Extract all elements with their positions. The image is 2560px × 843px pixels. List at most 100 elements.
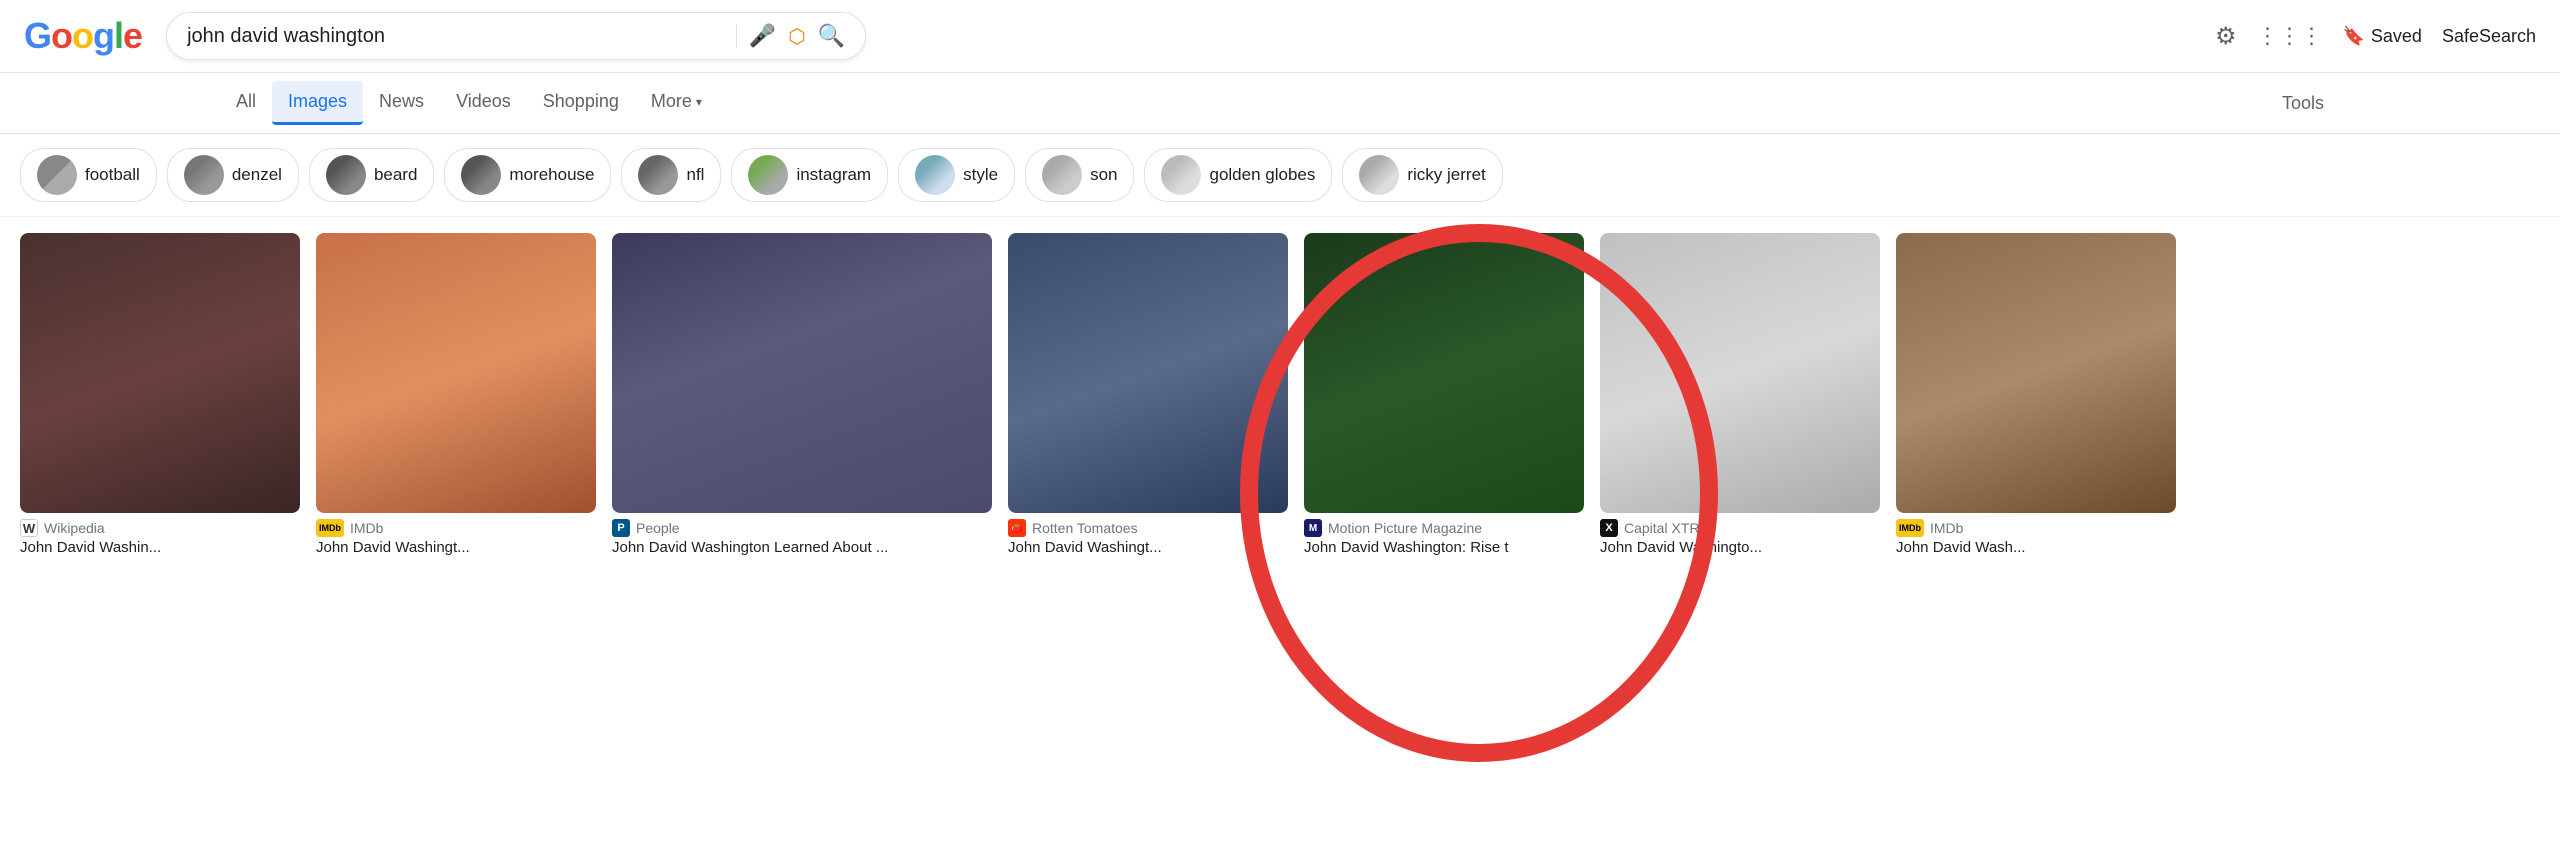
chip-thumb-golden: [1161, 155, 1201, 195]
chip-label-golden-globes: golden globes: [1209, 165, 1315, 185]
settings-button[interactable]: ⚙: [2215, 22, 2237, 51]
chip-denzel[interactable]: denzel: [167, 148, 299, 202]
rottentomatoes-favicon: 🍅: [1008, 519, 1026, 537]
result-card-imdb-2[interactable]: IMDb IMDb John David Wash...: [1896, 233, 2176, 556]
imdb-favicon-2: IMDb: [1896, 519, 1924, 537]
capitalxtra-favicon: X: [1600, 519, 1618, 537]
chip-thumb-nfl: [638, 155, 678, 195]
result-card-wikipedia[interactable]: W Wikipedia John David Washin...: [20, 233, 300, 556]
result-title-imdb-1: John David Washingt...: [316, 539, 596, 556]
chip-golden-globes[interactable]: golden globes: [1144, 148, 1332, 202]
result-card-capital-xtra[interactable]: X Capital XTRA John David Washingto...: [1600, 233, 1880, 556]
lens-icon: ⬡: [788, 24, 805, 49]
safesearch-label[interactable]: SafeSearch: [2442, 26, 2536, 47]
nav-more[interactable]: More ▾: [635, 81, 718, 125]
chip-label-nfl: nfl: [686, 165, 704, 185]
result-title-capital-xtra: John David Washingto...: [1600, 539, 1880, 556]
chip-label-instagram: instagram: [796, 165, 871, 185]
motionpicture-favicon: M: [1304, 519, 1322, 537]
tools-button[interactable]: Tools: [2266, 83, 2340, 124]
search-divider: [736, 24, 737, 48]
result-img-imdb-1: [316, 233, 596, 513]
source-name-imdb-1: IMDb: [350, 520, 383, 536]
search-icon: 🔍: [818, 23, 845, 49]
result-source-capital-xtra: X Capital XTRA: [1600, 519, 1880, 537]
nav-shopping[interactable]: Shopping: [527, 81, 635, 125]
result-source-wikipedia: W Wikipedia: [20, 519, 300, 537]
result-img-people: [612, 233, 992, 513]
chip-instagram[interactable]: instagram: [731, 148, 888, 202]
nav-news[interactable]: News: [363, 81, 440, 125]
result-card-rotten-tomatoes[interactable]: 🍅 Rotten Tomatoes John David Washingt...: [1008, 233, 1288, 556]
chip-label-ricky-jerret: ricky jerret: [1407, 165, 1485, 185]
lens-button[interactable]: ⬡: [788, 24, 805, 49]
people-favicon: P: [612, 519, 630, 537]
result-card-motion-picture[interactable]: M Motion Picture Magazine John David Was…: [1304, 233, 1584, 556]
chip-thumb-football: [37, 155, 77, 195]
header-right: ⚙ ⋮⋮⋮ 🔖 Saved SafeSearch: [2215, 22, 2536, 51]
search-bar: 🎤 ⬡ 🔍: [166, 12, 866, 60]
apps-button[interactable]: ⋮⋮⋮: [2256, 23, 2322, 49]
result-source-rotten-tomatoes: 🍅 Rotten Tomatoes: [1008, 519, 1288, 537]
header: Google 🎤 ⬡ 🔍 ⚙ ⋮⋮⋮ 🔖 Saved SafeSear: [0, 0, 2560, 73]
chip-label-beard: beard: [374, 165, 417, 185]
result-card-people[interactable]: P People John David Washington Learned A…: [612, 233, 992, 556]
result-source-imdb-1: IMDb IMDb: [316, 519, 596, 537]
chip-thumb-style: [915, 155, 955, 195]
chip-beard[interactable]: beard: [309, 148, 434, 202]
saved-label: Saved: [2371, 26, 2422, 47]
chip-label-son: son: [1090, 165, 1117, 185]
imdb-favicon-1: IMDb: [316, 519, 344, 537]
result-source-people: P People: [612, 519, 992, 537]
bookmark-icon: 🔖: [2342, 26, 2364, 47]
results-area: W Wikipedia John David Washin... IMDb IM…: [0, 217, 2560, 572]
chip-football[interactable]: football: [20, 148, 157, 202]
result-title-motion-picture: John David Washington: Rise t: [1304, 539, 1584, 556]
result-img-wikipedia: [20, 233, 300, 513]
chip-thumb-denzel: [184, 155, 224, 195]
chip-ricky-jerret[interactable]: ricky jerret: [1342, 148, 1502, 202]
source-name-wikipedia: Wikipedia: [44, 520, 105, 536]
result-title-rotten-tomatoes: John David Washingt...: [1008, 539, 1288, 556]
search-bar-wrapper: 🎤 ⬡ 🔍: [166, 12, 866, 60]
result-img-capital-xtra: [1600, 233, 1880, 513]
result-img-motion-picture: [1304, 233, 1584, 513]
source-name-rotten-tomatoes: Rotten Tomatoes: [1032, 520, 1138, 536]
source-name-motion-picture: Motion Picture Magazine: [1328, 520, 1482, 536]
chip-label-denzel: denzel: [232, 165, 282, 185]
chip-label-style: style: [963, 165, 998, 185]
chip-thumb-son: [1042, 155, 1082, 195]
nav-videos[interactable]: Videos: [440, 81, 527, 125]
chip-thumb-ricky: [1359, 155, 1399, 195]
source-name-people: People: [636, 520, 680, 536]
nav-images[interactable]: Images: [272, 81, 363, 125]
microphone-button[interactable]: 🎤: [749, 23, 776, 49]
result-title-imdb-2: John David Wash...: [1896, 539, 2176, 556]
nav-all[interactable]: All: [220, 81, 272, 125]
search-submit-button[interactable]: 🔍: [818, 23, 845, 49]
result-source-imdb-2: IMDb IMDb: [1896, 519, 2176, 537]
filter-chips-row: football denzel beard morehouse nfl inst…: [0, 134, 2560, 217]
chip-label-football: football: [85, 165, 140, 185]
chip-nfl[interactable]: nfl: [621, 148, 721, 202]
result-title-people: John David Washington Learned About ...: [612, 539, 992, 556]
chevron-down-icon: ▾: [696, 95, 702, 109]
chip-label-morehouse: morehouse: [509, 165, 594, 185]
result-img-rotten-tomatoes: [1008, 233, 1288, 513]
result-source-motion-picture: M Motion Picture Magazine: [1304, 519, 1584, 537]
saved-button[interactable]: 🔖 Saved: [2342, 26, 2421, 47]
gear-icon: ⚙: [2215, 22, 2237, 51]
wikipedia-favicon: W: [20, 519, 38, 537]
chip-thumb-beard: [326, 155, 366, 195]
chip-thumb-morehouse: [461, 155, 501, 195]
nav-bar: All Images News Videos Shopping More ▾ T…: [0, 73, 2560, 134]
chip-son[interactable]: son: [1025, 148, 1134, 202]
chip-style[interactable]: style: [898, 148, 1015, 202]
result-card-imdb-1[interactable]: IMDb IMDb John David Washingt...: [316, 233, 596, 556]
chip-morehouse[interactable]: morehouse: [444, 148, 611, 202]
result-title-wikipedia: John David Washin...: [20, 539, 300, 556]
result-img-imdb-2: [1896, 233, 2176, 513]
search-input[interactable]: [187, 25, 724, 48]
chip-thumb-instagram: [748, 155, 788, 195]
source-name-imdb-2: IMDb: [1930, 520, 1963, 536]
